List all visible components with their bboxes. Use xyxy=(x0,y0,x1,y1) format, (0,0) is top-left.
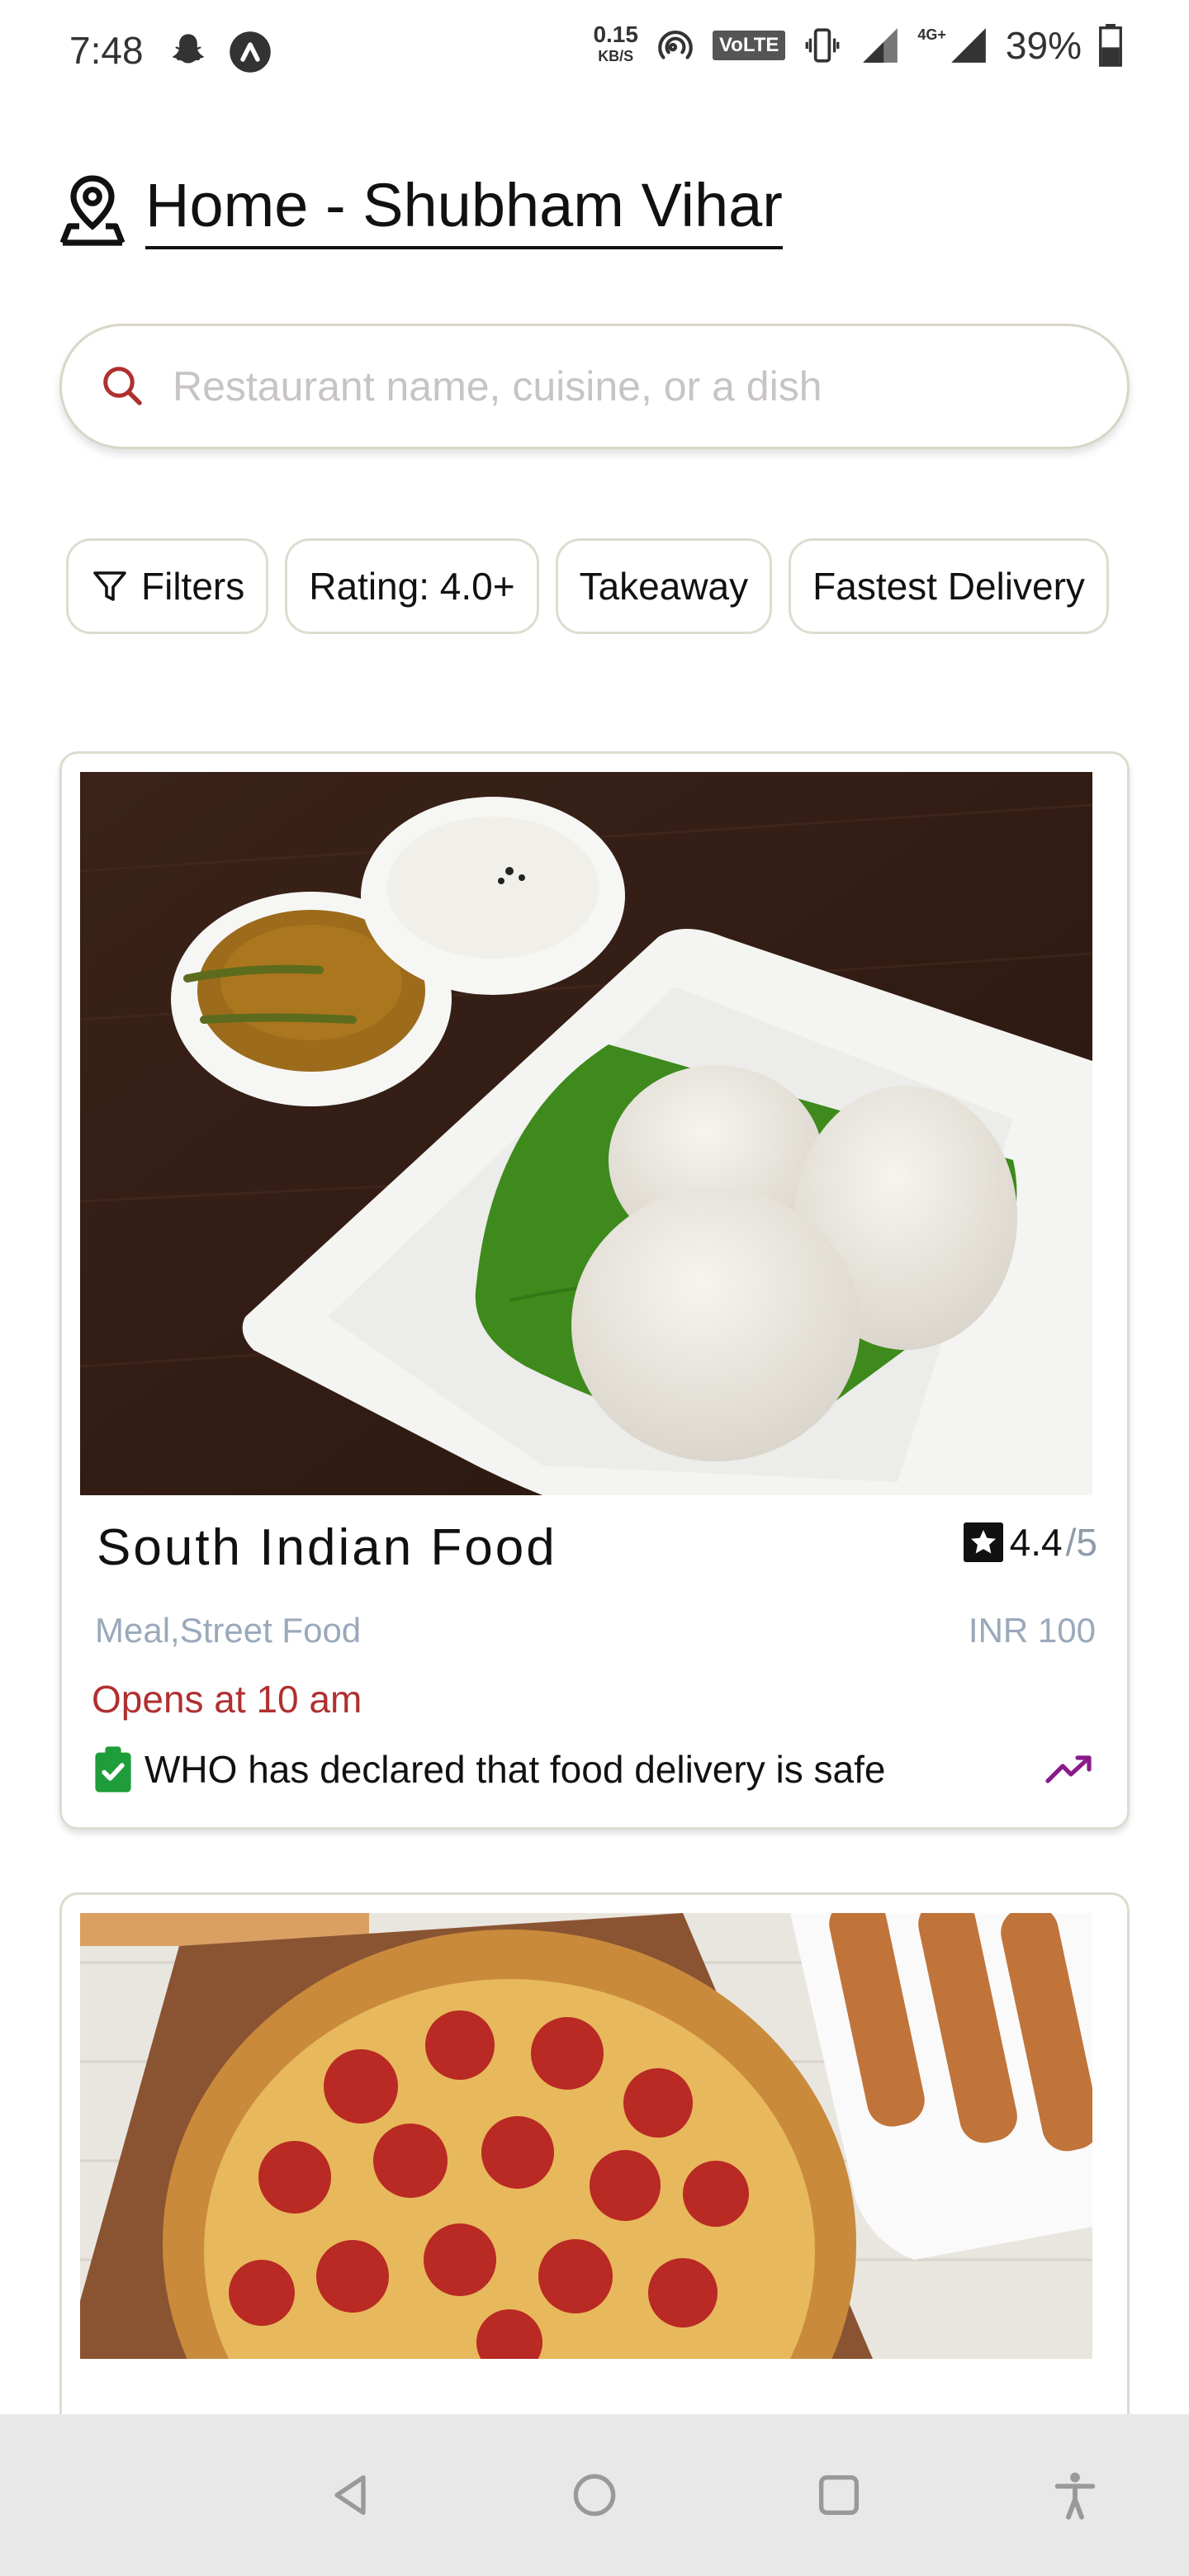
battery-icon xyxy=(1099,24,1122,67)
vibrate-icon xyxy=(805,28,840,63)
hotspot-icon xyxy=(658,30,693,59)
accessibility-icon[interactable] xyxy=(1049,2469,1101,2522)
status-notification-icons xyxy=(167,30,272,74)
restaurant-categories: Meal,Street Food xyxy=(95,1611,362,1650)
takeaway-chip-label: Takeaway xyxy=(579,565,749,608)
snapchat-icon xyxy=(172,34,205,64)
rating-chip[interactable]: Rating: 4.0+ xyxy=(285,538,539,634)
filter-chips: Filters Rating: 4.0+ Takeaway Fastest De… xyxy=(66,538,1109,634)
search-input[interactable] xyxy=(173,362,1081,410)
restaurant-status: Opens at 10 am xyxy=(92,1678,362,1721)
safety-note-text: WHO has declared that food delivery is s… xyxy=(144,1748,886,1791)
network-type: 4G+ xyxy=(917,26,946,43)
takeaway-chip[interactable]: Takeaway xyxy=(555,538,773,634)
fastest-delivery-chip-label: Fastest Delivery xyxy=(812,565,1085,608)
network-speed-value: 0.15 xyxy=(593,21,638,47)
restaurant-price: INR 100 xyxy=(968,1611,1096,1650)
network-speed: 0.15 KB/S xyxy=(593,21,638,67)
status-bar: 7:48 0.15 KB/S VoLTE 4G+ 39% xyxy=(0,0,1189,106)
network-speed-unit: KB/S xyxy=(598,48,634,64)
location-title[interactable]: Home - Shubham Vihar xyxy=(145,173,783,249)
signal-icon xyxy=(863,28,898,63)
back-icon[interactable] xyxy=(324,2469,377,2522)
pizza-image xyxy=(80,1913,1092,2359)
volte-badge: VoLTE xyxy=(712,31,786,60)
restaurant-rating: 4.4 /5 xyxy=(963,1520,1097,1565)
restaurant-card[interactable]: South Indian Food 4.4 /5 Meal,Street Foo… xyxy=(59,751,1130,1830)
rating-value: 4.4 xyxy=(1009,1521,1063,1564)
search-bar[interactable] xyxy=(59,324,1130,449)
system-nav-bar xyxy=(0,2414,1189,2576)
home-icon[interactable] xyxy=(568,2469,621,2522)
rating-chip-label: Rating: 4.0+ xyxy=(309,565,515,608)
app-logo-icon xyxy=(230,31,271,73)
search-icon xyxy=(103,367,142,405)
restaurant-name: South Indian Food xyxy=(97,1519,557,1576)
status-indicators: 0.15 KB/S VoLTE 4G+ 39% xyxy=(593,23,1123,68)
fastest-delivery-chip[interactable]: Fastest Delivery xyxy=(789,538,1109,634)
trending-icon xyxy=(1045,1755,1092,1783)
restaurant-image xyxy=(80,772,1092,1495)
filter-icon xyxy=(93,571,126,601)
star-icon xyxy=(963,1522,1003,1562)
location-pin-icon xyxy=(59,175,126,246)
restaurant-image-2 xyxy=(80,1913,1092,2359)
signal-icon-2 xyxy=(951,28,986,63)
clipboard-check-icon xyxy=(95,1746,131,1792)
filters-chip-label: Filters xyxy=(141,565,245,608)
recents-icon[interactable] xyxy=(812,2469,865,2522)
status-time: 7:48 xyxy=(69,29,144,72)
idli-plate-image xyxy=(80,772,1092,1495)
location-selector[interactable]: Home - Shubham Vihar xyxy=(58,173,783,249)
battery-percent: 39% xyxy=(1005,24,1082,67)
safety-note: WHO has declared that food delivery is s… xyxy=(93,1745,885,1794)
filters-chip[interactable]: Filters xyxy=(66,538,269,634)
rating-max: /5 xyxy=(1065,1521,1097,1564)
